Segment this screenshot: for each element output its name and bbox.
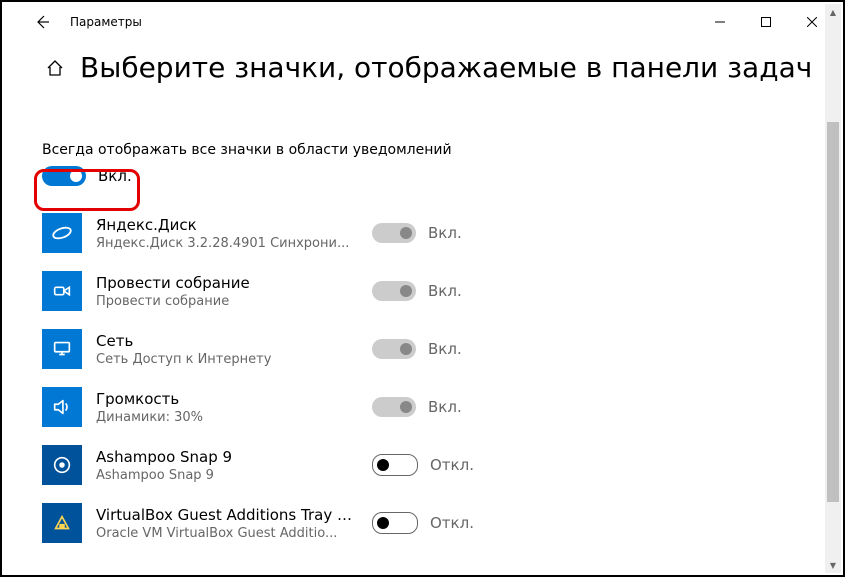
- meet-now-icon: [42, 271, 82, 311]
- item-toggle[interactable]: [372, 223, 416, 243]
- scroll-thumb[interactable]: [827, 122, 839, 502]
- list-item-subtitle: Провести собрание: [96, 294, 356, 309]
- icon-list: Яндекс.Диск Яндекс.Диск 3.2.28.4901 Синх…: [42, 204, 825, 552]
- list-item: Провести собрание Провести собрание Вкл.: [42, 262, 825, 320]
- list-item: Яндекс.Диск Яндекс.Диск 3.2.28.4901 Синх…: [42, 204, 825, 262]
- network-icon: [42, 329, 82, 369]
- maximize-button[interactable]: [743, 6, 789, 38]
- list-item-texts: VirtualBox Guest Additions Tray App... O…: [96, 506, 356, 541]
- list-item-subtitle: Яндекс.Диск 3.2.28.4901 Синхрони...: [96, 236, 356, 251]
- list-item-subtitle: Сеть Доступ к Интернету: [96, 352, 356, 367]
- scrollbar[interactable]: ▲ ▼: [825, 4, 841, 573]
- page-title: Выберите значки, отображаемые в панели з…: [80, 52, 812, 84]
- list-item-subtitle: Динамики: 30%: [96, 410, 356, 425]
- list-item: Громкость Динамики: 30% Вкл.: [42, 378, 825, 436]
- list-item-title: VirtualBox Guest Additions Tray App...: [96, 506, 356, 524]
- list-item-title: Сеть: [96, 332, 356, 350]
- list-item-texts: Громкость Динамики: 30%: [96, 390, 356, 425]
- list-item-texts: Ashampoo Snap 9 Ashampoo Snap 9: [96, 448, 356, 483]
- list-item: Ashampoo Snap 9 Ashampoo Snap 9 Откл.: [42, 436, 825, 494]
- item-toggle[interactable]: [372, 512, 418, 534]
- item-toggle-state: Вкл.: [428, 398, 462, 416]
- item-toggle[interactable]: [372, 397, 416, 417]
- item-toggle-state: Вкл.: [428, 224, 462, 242]
- item-toggle[interactable]: [372, 281, 416, 301]
- item-toggle-state: Вкл.: [428, 282, 462, 300]
- home-icon: [45, 58, 65, 78]
- item-toggle-state: Вкл.: [428, 340, 462, 358]
- item-toggle-state: Откл.: [430, 514, 474, 532]
- item-toggle[interactable]: [372, 454, 418, 476]
- list-item-subtitle: Ashampoo Snap 9: [96, 468, 356, 483]
- list-item-title: Провести собрание: [96, 274, 356, 292]
- list-item-title: Громкость: [96, 390, 356, 408]
- virtualbox-tray-icon: [42, 503, 82, 543]
- section-label: Всегда отображать все значки в области у…: [42, 142, 825, 158]
- ashampoo-snap-icon: [42, 445, 82, 485]
- list-item-subtitle: Oracle VM VirtualBox Guest Additio...: [96, 526, 356, 541]
- maximize-icon: [761, 17, 771, 27]
- list-item-texts: Провести собрание Провести собрание: [96, 274, 356, 309]
- list-item-texts: Яндекс.Диск Яндекс.Диск 3.2.28.4901 Синх…: [96, 216, 356, 251]
- item-toggle-state: Откл.: [430, 456, 474, 474]
- list-item: VirtualBox Guest Additions Tray App... O…: [42, 494, 825, 552]
- back-button[interactable]: [28, 8, 56, 36]
- master-toggle-state: Вкл.: [98, 167, 132, 185]
- master-toggle-row: Вкл.: [42, 166, 825, 186]
- list-item-title: Ashampoo Snap 9: [96, 448, 356, 466]
- scroll-up-arrow[interactable]: ▲: [825, 4, 841, 20]
- minimize-icon: [715, 17, 725, 27]
- yandex-disk-icon: [42, 213, 82, 253]
- close-icon: [807, 17, 817, 27]
- arrow-left-icon: [34, 14, 50, 30]
- home-button[interactable]: [44, 57, 66, 79]
- item-toggle[interactable]: [372, 339, 416, 359]
- page-header: Выберите значки, отображаемые в панели з…: [2, 42, 843, 84]
- master-toggle[interactable]: [42, 166, 86, 186]
- list-item: Сеть Сеть Доступ к Интернету Вкл.: [42, 320, 825, 378]
- volume-icon: [42, 387, 82, 427]
- window-title: Параметры: [70, 15, 142, 29]
- minimize-button[interactable]: [697, 6, 743, 38]
- content: Всегда отображать все значки в области у…: [4, 120, 825, 573]
- titlebar: Параметры: [2, 2, 843, 42]
- list-item-title: Яндекс.Диск: [96, 216, 356, 234]
- scroll-down-arrow[interactable]: ▼: [825, 557, 841, 573]
- list-item-texts: Сеть Сеть Доступ к Интернету: [96, 332, 356, 367]
